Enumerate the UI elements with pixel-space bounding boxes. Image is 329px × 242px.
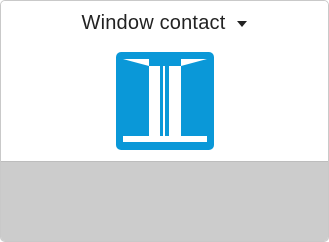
device-tile[interactable]: Window contact	[0, 0, 329, 242]
caret-down-icon[interactable]	[237, 21, 248, 27]
device-selector[interactable]: Window contact	[1, 9, 328, 37]
device-title: Window contact	[81, 11, 226, 34]
window-open-icon	[116, 52, 214, 150]
tile-header-area: Window contact	[1, 1, 328, 162]
tile-footer	[1, 162, 328, 241]
